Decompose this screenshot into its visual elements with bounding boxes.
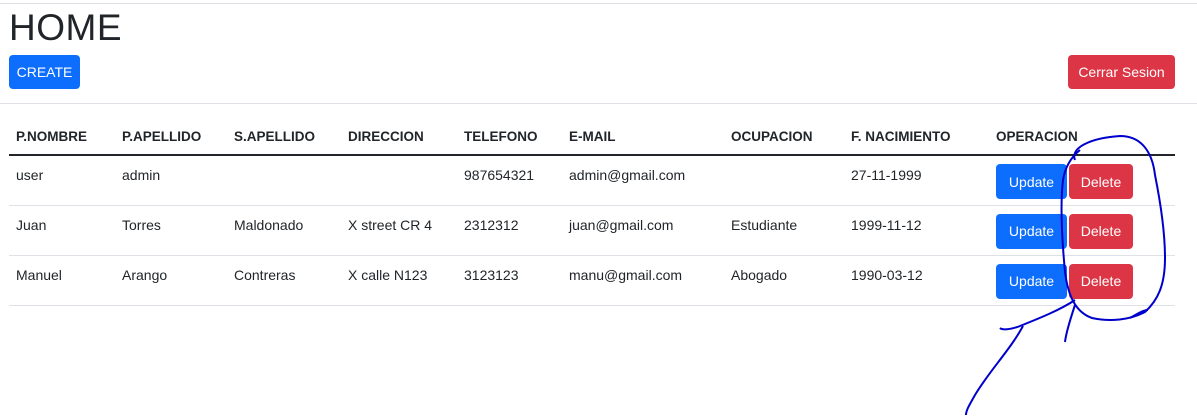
cell-operacion: Update Delete [989,205,1175,256]
cell-email: manu@gmail.com [562,255,724,306]
cell-nombre: user [9,155,115,206]
page-title: HOME [9,7,122,48]
handdrawn-tail [965,299,1076,416]
cell-operacion: Update Delete [989,155,1175,206]
cell-telefono: 987654321 [457,155,562,206]
header-direccion: DIRECCION [341,118,457,156]
cell-apellido2: Maldonado [227,205,341,256]
header-pnombre: P.NOMBRE [9,118,115,156]
header-papellido: P.APELLIDO [115,118,227,156]
cell-direccion [341,155,457,206]
header-sapellido: S.APELLIDO [227,118,341,156]
cell-apellido1: Torres [115,205,227,256]
cell-ocupacion: Abogado [724,255,844,306]
delete-button[interactable]: Delete [1069,263,1133,299]
header-ocupacion: OCUPACION [724,118,844,156]
cell-direccion: X calle N123 [341,255,457,306]
create-button[interactable]: CREATE [9,55,80,89]
cell-email: admin@gmail.com [562,155,724,206]
handdrawn-tick [1064,304,1149,343]
cell-nombre: Manuel [9,255,115,306]
header-operacion: OPERACION [989,118,1175,156]
update-button[interactable]: Update [996,164,1067,199]
cell-ocupacion: Estudiante [724,205,844,256]
logout-button[interactable]: Cerrar Sesion [1068,55,1175,89]
page: HOME CREATE Cerrar Sesion P.NOMBRE P.APE… [0,0,1197,417]
cell-nombre: Juan [9,205,115,256]
cell-telefono: 2312312 [457,205,562,256]
table-header-row: P.NOMBRE P.APELLIDO S.APELLIDO DIRECCION… [9,118,1175,156]
cell-operacion: Update Delete [989,255,1175,306]
table-row: Manuel Arango Contreras X calle N123 312… [9,255,1175,306]
delete-button[interactable]: Delete [1069,164,1133,199]
cell-email: juan@gmail.com [562,205,724,256]
header-email: E-MAIL [562,118,724,156]
update-button[interactable]: Update [996,213,1067,249]
header-nacimiento: F. NACIMIENTO [844,118,989,156]
update-button[interactable]: Update [996,263,1067,299]
table-row: Juan Torres Maldonado X street CR 4 2312… [9,205,1175,256]
header-telefono: TELEFONO [457,118,562,156]
cell-apellido1: Arango [115,255,227,306]
cell-telefono: 3123123 [457,255,562,306]
cell-apellido2 [227,155,341,206]
cell-nacimiento: 1990-03-12 [844,255,989,306]
cell-direccion: X street CR 4 [341,205,457,256]
cell-nacimiento: 27-11-1999 [844,155,989,206]
users-table: P.NOMBRE P.APELLIDO S.APELLIDO DIRECCION… [9,118,1175,306]
cell-apellido2: Contreras [227,255,341,306]
cell-nacimiento: 1999-11-12 [844,205,989,256]
cell-apellido1: admin [115,155,227,206]
cell-ocupacion [724,155,844,206]
header-divider [0,103,1197,104]
table-row: user admin 987654321 admin@gmail.com 27-… [9,155,1175,206]
delete-button[interactable]: Delete [1069,213,1133,249]
top-divider [0,3,1197,4]
